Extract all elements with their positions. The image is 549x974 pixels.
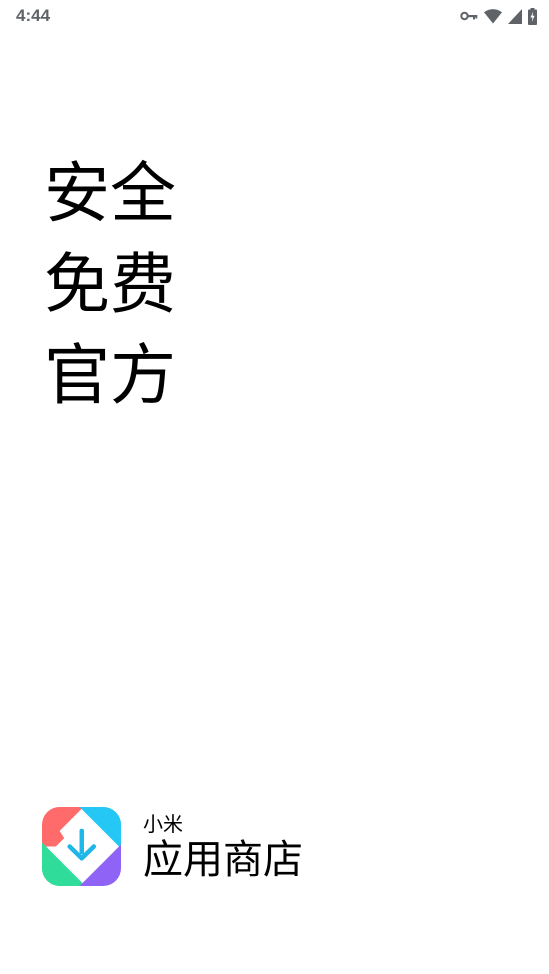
vpn-key-icon	[460, 10, 478, 22]
status-icons	[460, 6, 537, 26]
cellular-signal-icon	[508, 8, 522, 24]
brand: 小米 应用商店	[42, 806, 303, 886]
status-time: 4:44	[16, 6, 51, 25]
slogan-line-safe: 安全	[44, 155, 176, 232]
status-bar: 4:44	[0, 0, 549, 32]
brand-subtitle: 小米	[143, 812, 183, 836]
wifi-icon	[484, 8, 502, 24]
slogan-line-official: 官方	[44, 337, 176, 414]
brand-name: 应用商店	[143, 837, 303, 883]
slogan: 安全 免费 官方	[44, 148, 176, 421]
brand-text: 小米 应用商店	[143, 806, 303, 886]
battery-charging-icon	[528, 7, 537, 25]
splash-screen: 4:44 安全 免费 官方 小米 应用商店	[0, 0, 549, 974]
app-store-logo-icon	[42, 806, 121, 886]
slogan-line-free: 免费	[44, 246, 176, 323]
